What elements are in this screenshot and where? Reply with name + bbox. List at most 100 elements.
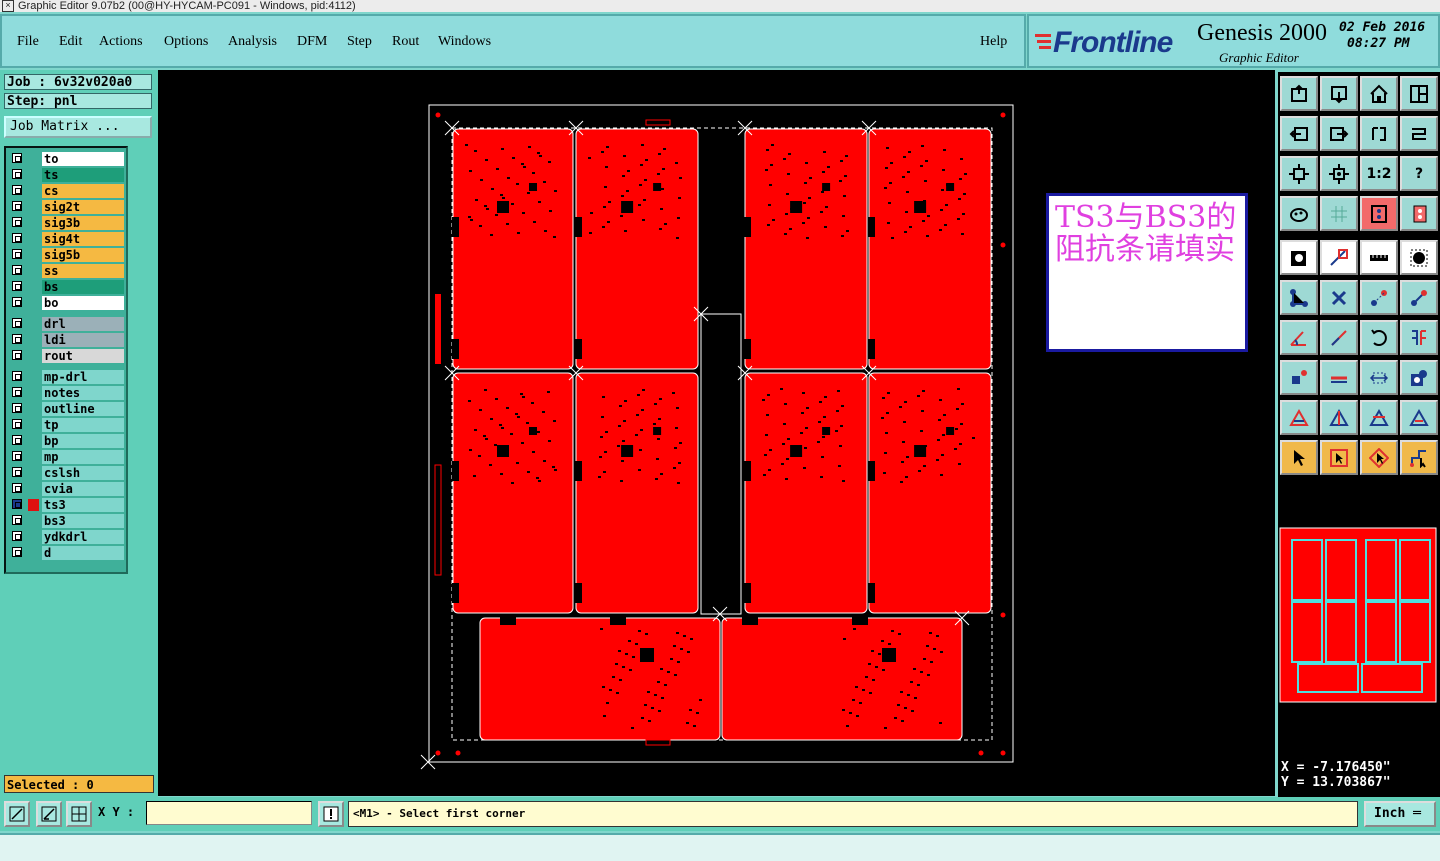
layer-checkbox[interactable] [12,334,22,344]
layer-row-bs3[interactable]: bs3 [8,514,126,528]
pan-left-icon[interactable] [1280,116,1318,151]
layer-checkbox[interactable] [12,281,22,291]
layer-checkbox[interactable] [12,249,22,259]
delete-feature-icon[interactable] [1320,280,1358,315]
layer-row-cslsh[interactable]: cslsh [8,466,126,480]
measure-distance-icon[interactable] [36,801,62,827]
snap-layer-icon[interactable] [1400,196,1438,231]
layer-checkbox[interactable] [12,169,22,179]
mirror-view-icon[interactable] [1400,116,1438,151]
menu-options[interactable]: Options [164,34,208,50]
mirror-feature-icon[interactable] [1400,320,1438,355]
layer-checkbox[interactable] [12,350,22,360]
layer-checkbox[interactable] [12,233,22,243]
resize-feature-icon[interactable] [1280,360,1318,395]
add-line-icon[interactable] [1320,240,1358,275]
layer-row-outline[interactable]: outline [8,402,126,416]
menu-windows[interactable]: Windows [438,34,491,50]
select-net-icon[interactable] [1400,440,1438,475]
line-edit-icon[interactable] [1320,360,1358,395]
layer-checkbox[interactable] [12,371,22,381]
job-matrix-button[interactable]: Job Matrix ... [4,116,152,138]
layer-row-sig5b[interactable]: sig5b [8,248,126,262]
zoom-window-icon[interactable] [4,801,30,827]
ruler-icon[interactable] [1360,240,1398,275]
alert-icon[interactable] [318,801,344,827]
layer-checkbox[interactable] [12,547,22,557]
layer-checkbox[interactable] [12,499,22,509]
menu-step[interactable]: Step [347,34,372,50]
palette-icon[interactable] [1280,196,1318,231]
rotate-feature-icon[interactable] [1360,320,1398,355]
menu-file[interactable]: File [17,34,39,50]
move-connect-icon[interactable] [1280,280,1318,315]
grid-snap-icon[interactable] [66,801,92,827]
layer-row-mp-drl[interactable]: mp-drl [8,370,126,384]
layer-checkbox[interactable] [12,387,22,397]
menu-analysis[interactable]: Analysis [228,34,277,50]
snap-points-icon[interactable] [1360,196,1398,231]
layer-checkbox[interactable] [12,318,22,328]
layer-row-tp[interactable]: tp [8,418,126,432]
measure-icon[interactable] [1360,360,1398,395]
layer-row-drl[interactable]: drl [8,317,126,331]
rotate-view-icon[interactable] [1360,116,1398,151]
select-box-icon[interactable] [1320,440,1358,475]
layer-checkbox[interactable] [12,483,22,493]
split-view-icon[interactable] [1400,76,1438,111]
layer-row-bp[interactable]: bp [8,434,126,448]
triangle-red-icon[interactable] [1280,400,1318,435]
triangle-arrow-icon[interactable] [1400,400,1438,435]
layer-checkbox[interactable] [12,467,22,477]
unit-selector[interactable]: Inch ═ [1364,801,1436,827]
layer-row-bs[interactable]: bs [8,280,126,294]
home-view-icon[interactable] [1360,76,1398,111]
stretch-line-icon[interactable] [1320,320,1358,355]
layer-checkbox[interactable] [12,531,22,541]
layer-row-ts3[interactable]: ts3 [8,498,126,512]
layer-checkbox[interactable] [12,435,22,445]
triangle-blue-icon[interactable] [1320,400,1358,435]
zoom-down-icon[interactable] [1320,76,1358,111]
layer-row-ydkdrl[interactable]: ydkdrl [8,530,126,544]
layer-row-to[interactable]: to [8,152,126,166]
layer-row-sig4t[interactable]: sig4t [8,232,126,246]
menu-dfm[interactable]: DFM [297,34,327,50]
menu-edit[interactable]: Edit [59,34,82,50]
layer-checkbox[interactable] [12,153,22,163]
layer-checkbox[interactable] [12,217,22,227]
layer-checkbox[interactable] [12,403,22,413]
zoom-fit-icon[interactable] [1280,156,1318,191]
select-arrow-icon[interactable] [1280,440,1318,475]
layer-checkbox[interactable] [12,419,22,429]
overview-map[interactable] [1278,526,1438,704]
layer-checkbox[interactable] [12,451,22,461]
add-surface-icon[interactable] [1400,240,1438,275]
pad-group-icon[interactable] [1400,360,1438,395]
scale-ratio-button[interactable]: 1:2 [1360,156,1398,191]
zoom-home-icon[interactable] [1280,76,1318,111]
menu-rout[interactable]: Rout [392,34,419,50]
layer-row-cs[interactable]: cs [8,184,126,198]
grid-icon[interactable] [1320,196,1358,231]
graphic-canvas[interactable] [158,70,1275,796]
zoom-center-icon[interactable] [1320,156,1358,191]
angle-icon[interactable] [1280,320,1318,355]
layer-row-ldi[interactable]: ldi [8,333,126,347]
layer-checkbox[interactable] [12,185,22,195]
menu-actions[interactable]: Actions [99,34,143,50]
layer-row-ss[interactable]: ss [8,264,126,278]
layer-row-mp[interactable]: mp [8,450,126,464]
help-query-button[interactable]: ? [1400,156,1438,191]
layer-row-ts[interactable]: ts [8,168,126,182]
layer-row-sig3b[interactable]: sig3b [8,216,126,230]
layer-row-bo[interactable]: bo [8,296,126,310]
add-pad-icon[interactable] [1280,240,1318,275]
layer-row-cvia[interactable]: cvia [8,482,126,496]
triangle-bar-icon[interactable] [1360,400,1398,435]
layer-row-rout[interactable]: rout [8,349,126,363]
layer-checkbox[interactable] [12,265,22,275]
xy-input[interactable] [146,801,312,825]
pan-right-icon[interactable] [1320,116,1358,151]
select-polygon-icon[interactable] [1360,440,1398,475]
